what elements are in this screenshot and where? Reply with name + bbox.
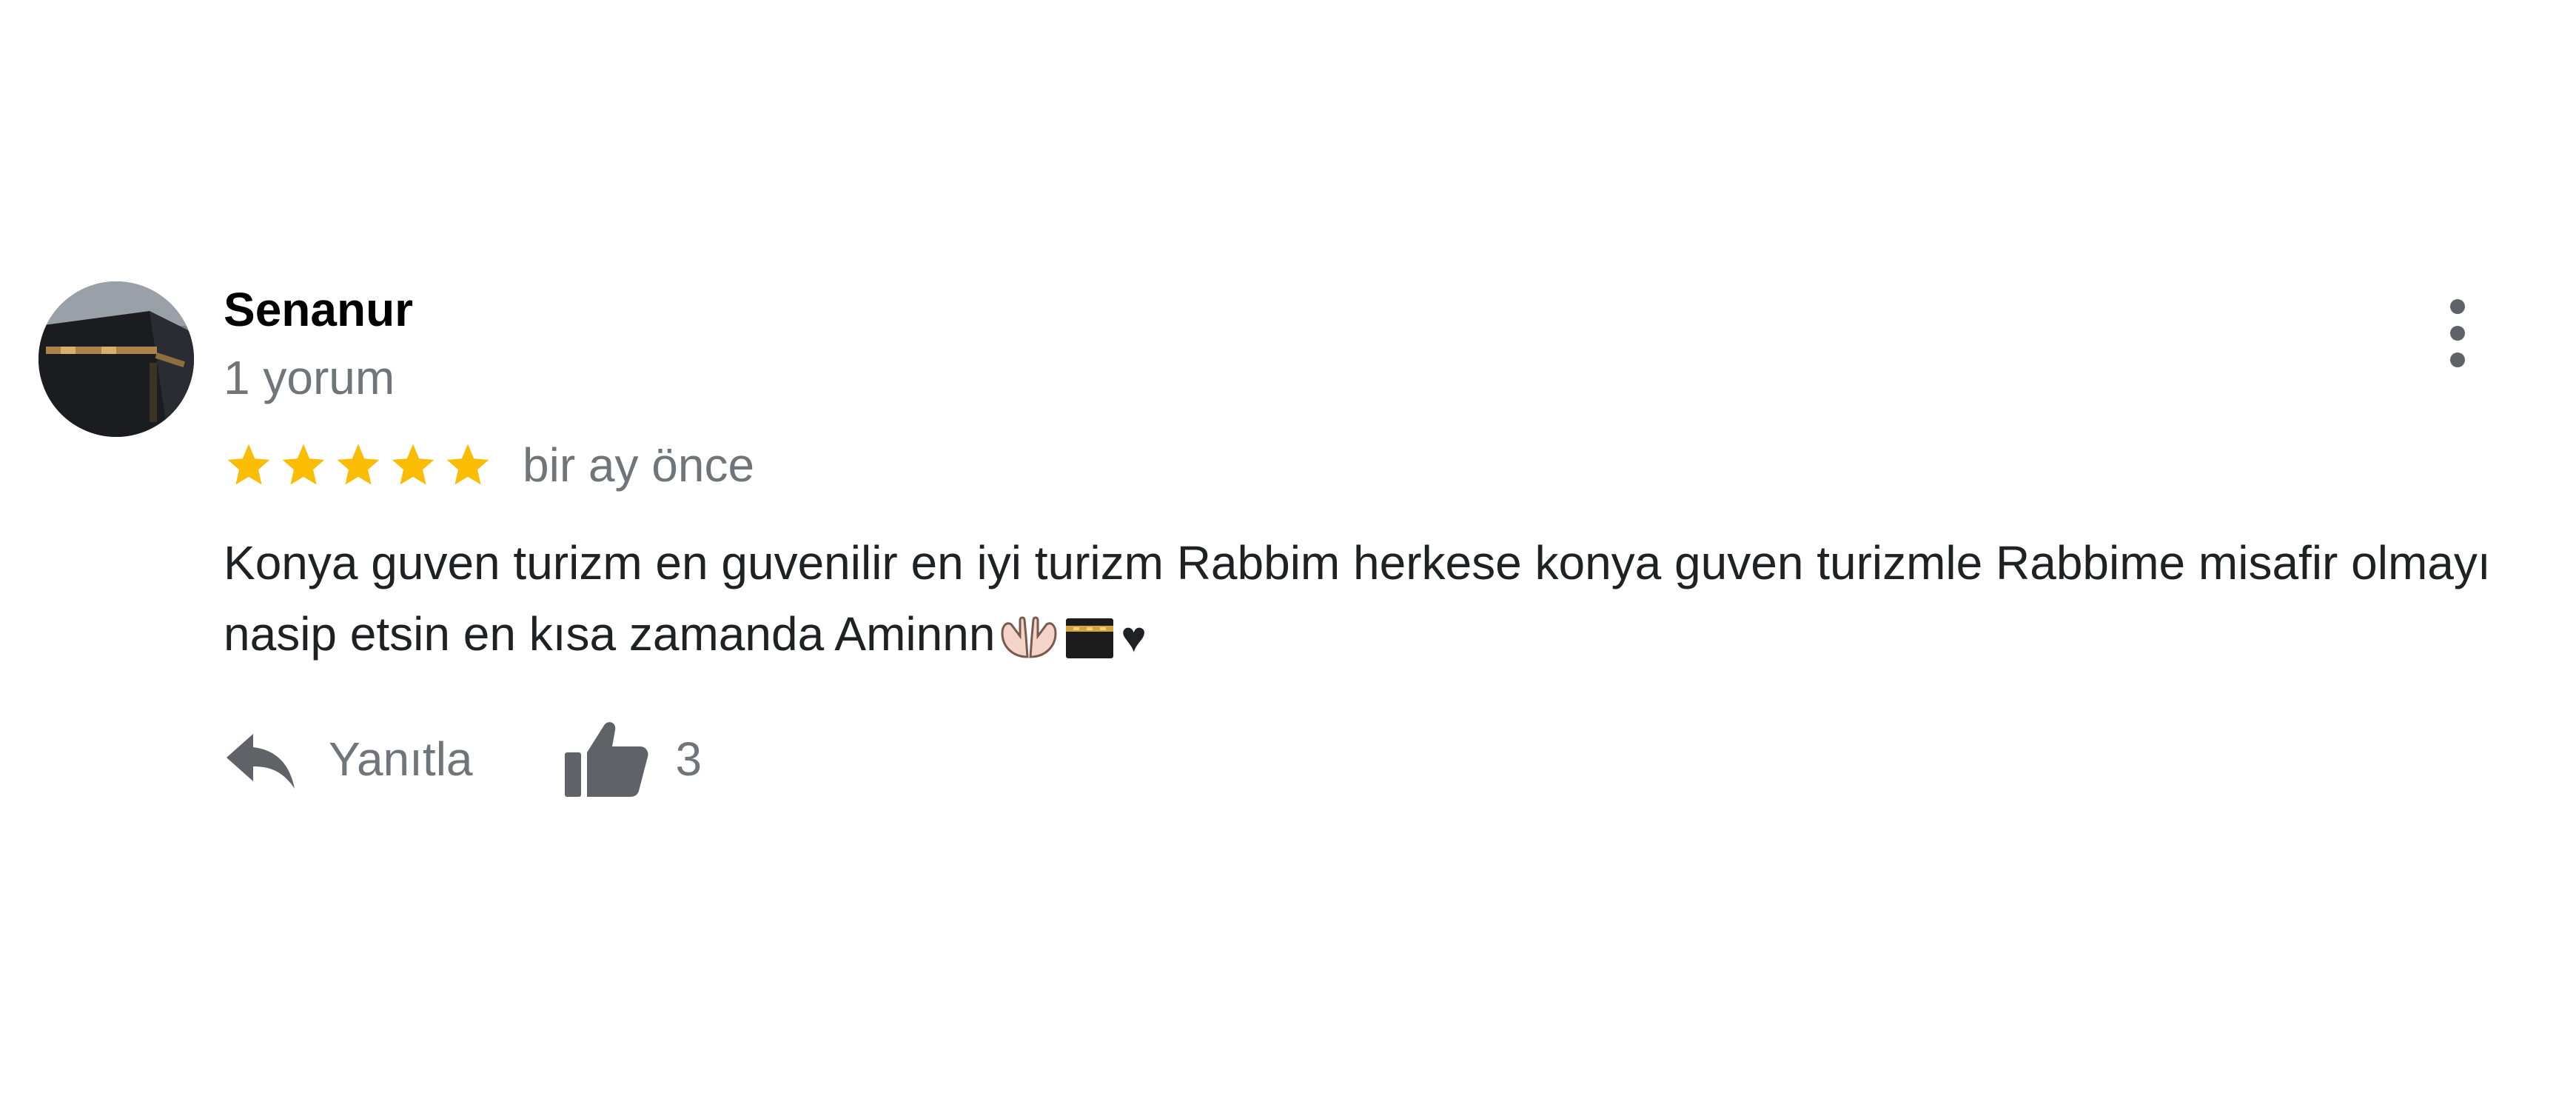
open-hands-icon [998, 614, 1060, 661]
avatar[interactable] [38, 281, 194, 437]
kaaba-icon [1063, 614, 1116, 661]
like-button[interactable]: 3 [562, 718, 702, 800]
heart-icon: ♥ [1121, 613, 1147, 662]
thumbs-up-icon [564, 722, 648, 797]
review-date: bir ay önce [523, 438, 755, 492]
star-icon [282, 444, 325, 485]
like-count: 3 [675, 732, 702, 786]
star-icon [446, 444, 489, 485]
author-name[interactable]: Senanur [224, 280, 413, 339]
author-review-count[interactable]: 1 yorum [224, 348, 395, 407]
rating-row: bir ay önce [224, 435, 754, 495]
review-card: Senanur 1 yorum bir ay önce Konya guven … [0, 0, 2576, 1096]
review-actions: Yanıtla 3 [224, 711, 702, 807]
star-icon [227, 444, 270, 485]
star-icon [337, 444, 380, 485]
reply-arrow-icon [227, 734, 295, 789]
star-rating [224, 440, 497, 490]
reply-label: Yanıtla [329, 732, 473, 786]
review-text-body: Konya guven turizm en guvenilir en iyi t… [224, 536, 2491, 661]
reply-button[interactable]: Yanıtla [224, 728, 473, 790]
more-options-button[interactable] [2428, 289, 2487, 378]
review-text: Konya guven turizm en guvenilir en iyi t… [224, 527, 2533, 673]
star-icon [392, 444, 435, 485]
kaaba-photo [38, 281, 194, 437]
more-vert-icon [2450, 299, 2465, 367]
